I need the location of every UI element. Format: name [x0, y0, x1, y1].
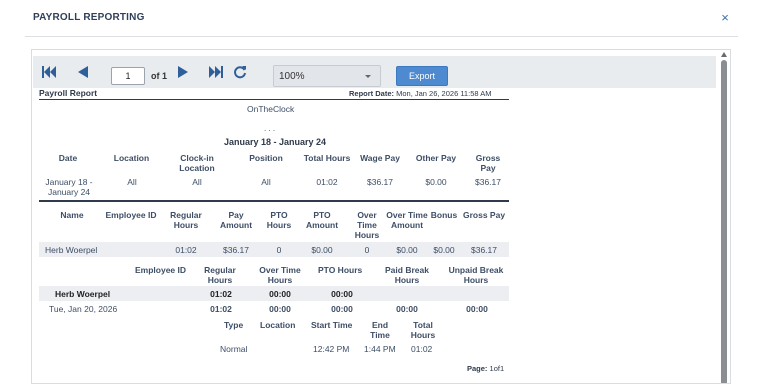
previous-page-icon[interactable]	[76, 64, 90, 80]
first-page-icon[interactable]	[41, 64, 57, 80]
detail-col-employee-id: Employee ID	[135, 265, 187, 275]
col-pto-amount: PTO Amount	[305, 210, 339, 230]
viewer-toolbar: of 1 100% Export	[33, 56, 716, 88]
page-label: Page:	[467, 364, 488, 373]
vertical-scrollbar[interactable]	[720, 50, 730, 383]
close-icon[interactable]: ×	[719, 11, 731, 25]
detail-col-unpaid-break: Unpaid Break Hours	[448, 265, 504, 285]
col-bonus: Bonus	[430, 210, 458, 220]
page-value: 1of1	[489, 364, 505, 373]
employee-bonus: $0.00	[433, 245, 455, 255]
punch-col-type: Type	[224, 320, 244, 330]
col-gross-pay: Gross Pay	[475, 153, 501, 173]
col-overtime-hours: Over Time Hours	[354, 210, 380, 240]
zoom-value: 100%	[279, 71, 305, 82]
company-name: OnTheClock	[247, 104, 295, 114]
detail-day-pto: 00:00	[331, 304, 353, 314]
summary-clockin-location: All	[192, 177, 202, 187]
col-location: Location	[113, 153, 150, 163]
page-indicator: Page: 1of1	[467, 364, 504, 373]
refresh-icon[interactable]	[232, 64, 248, 80]
col-other-pay: Other Pay	[415, 153, 457, 163]
punch-col-total-hours: Total Hours	[410, 320, 436, 340]
date-range: January 18 - January 24	[224, 137, 327, 147]
report-date-label: Report Date:	[349, 89, 395, 98]
detail-col-paid-break: Paid Break Hours	[385, 265, 429, 285]
report-page: Payroll Report Report Date: Mon, Jan 26,…	[32, 88, 510, 383]
ellipsis-text: . . .	[264, 124, 276, 133]
summary-gross-pay: $36.17	[475, 177, 501, 187]
col-name: Name	[60, 210, 84, 220]
employee-gross-pay: $36.17	[471, 245, 497, 255]
col-position: Position	[249, 153, 283, 163]
col-gross-pay-2: Gross Pay	[463, 210, 506, 220]
employee-name: Herb Woerpel	[45, 245, 98, 255]
col-overtime-amount: Over Time Amount	[386, 210, 428, 230]
detail-col-pto-hours: PTO Hours	[318, 265, 363, 275]
last-page-icon[interactable]	[208, 64, 224, 80]
punch-col-location: Location	[260, 320, 296, 330]
scroll-up-icon[interactable]	[721, 52, 727, 57]
zoom-select[interactable]: 100%	[273, 65, 381, 87]
detail-day-overtime: 00:00	[269, 304, 291, 314]
detail-day-paid-break: 00:00	[396, 304, 418, 314]
dialog-divider	[25, 36, 738, 37]
report-title: Payroll Report	[39, 88, 98, 98]
next-page-icon[interactable]	[176, 64, 190, 80]
col-pay-amount: Pay Amount	[219, 210, 253, 230]
summary-total-hours: 01:02	[316, 177, 338, 187]
employee-overtime-amount: $0.00	[396, 245, 418, 255]
detail-employee-name: Herb Woerpel	[55, 289, 111, 299]
chevron-down-icon	[365, 75, 371, 78]
col-wage-pay: Wage Pay	[360, 153, 400, 163]
col-date: Date	[58, 153, 78, 163]
col-employee-id: Employee ID	[105, 210, 157, 220]
detail-col-overtime-hours: Over Time Hours	[259, 265, 301, 285]
punch-type: Normal	[220, 344, 248, 354]
detail-day: Tue, Jan 20, 2026	[49, 304, 118, 314]
page-count-label: of 1	[151, 71, 168, 81]
employee-overtime-hours: 0	[364, 245, 370, 255]
report-viewer: of 1 100% Export Payroll Report Report D…	[31, 49, 731, 384]
section-divider	[39, 200, 509, 202]
summary-date: January 18 - January 24	[45, 177, 93, 197]
scrollbar-thumb[interactable]	[721, 60, 727, 383]
punch-total-hours: 01:02	[411, 344, 433, 354]
detail-day-unpaid-break: 00:00	[466, 304, 488, 314]
detail-employee-overtime: 00:00	[269, 289, 291, 299]
summary-location: All	[127, 177, 137, 187]
dialog-title: PAYROLL REPORTING	[33, 12, 145, 23]
detail-employee-pto: 00:00	[331, 289, 353, 299]
col-regular-hours: Regular Hours	[170, 210, 202, 230]
header-rule	[39, 99, 509, 100]
detail-employee-regular: 01:02	[210, 289, 232, 299]
employee-pay-amount: $36.17	[223, 245, 249, 255]
detail-col-regular-hours: Regular Hours	[204, 265, 236, 285]
col-clockin-location: Clock-in Location	[179, 153, 215, 173]
report-date-value: Mon, Jan 26, 2026 11:58 AM	[396, 89, 492, 98]
export-button[interactable]: Export	[396, 66, 448, 86]
employee-pto-amount: $0.00	[311, 245, 333, 255]
employee-pto-hours: 0	[276, 245, 282, 255]
punch-col-end-time: End Time	[370, 320, 390, 340]
col-pto-hours: PTO Hours	[266, 210, 292, 230]
detail-day-regular: 01:02	[210, 304, 232, 314]
col-total-hours: Total Hours	[303, 153, 351, 163]
summary-other-pay: $0.00	[425, 177, 447, 187]
summary-wage-pay: $36.17	[367, 177, 393, 187]
punch-end-time: 1:44 PM	[364, 344, 396, 354]
punch-col-start-time: Start Time	[311, 320, 353, 330]
employee-regular-hours: 01:02	[175, 245, 197, 255]
page-number-input[interactable]	[111, 67, 145, 85]
punch-start-time: 12:42 PM	[313, 344, 350, 354]
report-date: Report Date: Mon, Jan 26, 2026 11:58 AM	[349, 89, 491, 98]
summary-position: All	[261, 177, 271, 187]
